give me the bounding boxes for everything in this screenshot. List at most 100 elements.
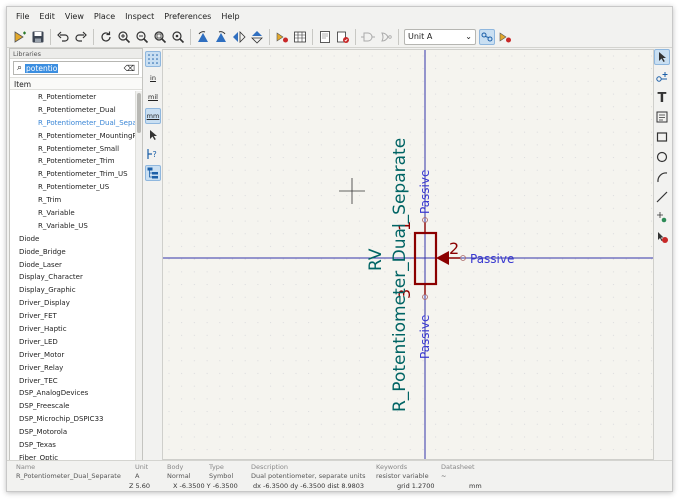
unit-select[interactable]: Unit A ⌄ <box>404 28 476 45</box>
library-tree-item[interactable]: R_Potentiometer_Trim <box>10 155 136 168</box>
menu-view[interactable]: View <box>60 7 89 26</box>
library-tree-item[interactable]: R_Potentiometer_Trim_US <box>10 168 136 181</box>
show-pins-icon[interactable] <box>497 29 513 45</box>
library-tree-item[interactable]: R_Potentiometer_US <box>10 181 136 194</box>
info-type: Type Symbol <box>209 463 233 481</box>
new-symbol-icon[interactable] <box>12 29 28 45</box>
info-datasheet-header: Datasheet <box>441 463 475 471</box>
refresh-icon[interactable] <box>98 29 114 45</box>
library-tree-item[interactable]: R_Potentiometer <box>10 91 136 104</box>
library-tree-item[interactable]: Driver_FET <box>10 310 136 323</box>
sync-pins-icon[interactable] <box>479 28 495 45</box>
library-scrollbar[interactable] <box>135 91 142 461</box>
scrollbar-thumb[interactable] <box>137 93 141 133</box>
hierarchy-panel-icon[interactable] <box>145 165 161 181</box>
rotate-cw-icon[interactable] <box>213 29 229 45</box>
add-arc-icon[interactable] <box>654 169 670 185</box>
library-tree-item[interactable]: DSP_AnalogDevices <box>10 387 136 400</box>
menu-inspect[interactable]: Inspect <box>120 7 159 26</box>
pin-table-icon[interactable] <box>292 29 308 45</box>
library-tree-item[interactable]: Driver_LED <box>10 336 136 349</box>
info-unit-header: Unit <box>135 463 149 471</box>
library-tree-item[interactable]: DSP_Texas <box>10 439 136 452</box>
library-tree-item[interactable]: R_Potentiometer_Dual_Separate <box>10 117 136 130</box>
zoom-selection-icon[interactable] <box>170 29 186 45</box>
library-search-input[interactable]: ⌕ potentio ⌫ <box>13 61 139 75</box>
info-body: Body Normal <box>167 463 191 481</box>
save-icon[interactable] <box>30 29 46 45</box>
symbol-editor-canvas[interactable]: 1 2 3 Passive Passive Passive RV R_Poten… <box>162 49 654 460</box>
units-mm-button[interactable]: mm <box>145 108 161 124</box>
clear-search-icon[interactable]: ⌫ <box>124 64 135 73</box>
menu-edit[interactable]: Edit <box>34 7 60 26</box>
library-tree-item[interactable]: DSP_Freescale <box>10 400 136 413</box>
redo-icon[interactable] <box>73 29 89 45</box>
pin-1-type: Passive <box>418 170 432 214</box>
info-bar: Name R_Potentiometer_Dual_Separate Unit A … <box>7 460 672 480</box>
cursor-style-icon[interactable] <box>145 127 161 143</box>
delete-tool-icon[interactable] <box>654 229 670 245</box>
library-tree-item[interactable]: Diode <box>10 233 136 246</box>
pin-2-number: 2 <box>449 239 459 258</box>
grid-toggle-icon[interactable] <box>145 51 161 67</box>
toolbar-separator <box>269 28 270 45</box>
zoom-fit-icon[interactable] <box>152 29 168 45</box>
symbol-drawing: 1 2 3 Passive Passive Passive RV R_Poten… <box>163 50 653 459</box>
mirror-v-icon[interactable] <box>231 29 247 45</box>
reference-field[interactable]: RV <box>366 248 386 271</box>
library-tree-item[interactable]: Display_Graphic <box>10 284 136 297</box>
units-mils-button[interactable]: mil <box>145 89 161 105</box>
check-icon[interactable] <box>335 29 351 45</box>
deMorgan-normal-icon <box>360 29 376 45</box>
pin-electrical-type-icon[interactable]: ? <box>145 146 161 162</box>
units-inches-button[interactable]: in <box>145 70 161 86</box>
menu-preferences[interactable]: Preferences <box>159 7 216 26</box>
zoom-in-icon[interactable] <box>116 29 132 45</box>
library-tree-item[interactable]: Driver_Motor <box>10 349 136 362</box>
library-tree-item[interactable]: R_Potentiometer_Small <box>10 143 136 156</box>
library-tree-item[interactable]: R_Trim <box>10 194 136 207</box>
add-textbox-icon[interactable] <box>654 109 670 125</box>
rotate-ccw-icon[interactable] <box>195 29 211 45</box>
library-tree-item[interactable]: Driver_Relay <box>10 362 136 375</box>
toolbar-separator <box>190 28 191 45</box>
info-datasheet: Datasheet ~ <box>441 463 475 481</box>
value-field[interactable]: R_Potentiometer_Dual_Separate <box>390 138 410 412</box>
zoom-out-icon[interactable] <box>134 29 150 45</box>
library-tree-item[interactable]: R_Variable_US <box>10 220 136 233</box>
library-tree-item[interactable]: R_Potentiometer_MountingPin <box>10 130 136 143</box>
library-tree-item[interactable]: Diode_Laser <box>10 259 136 272</box>
library-tree-item[interactable]: Driver_TEC <box>10 375 136 388</box>
add-rectangle-icon[interactable] <box>654 129 670 145</box>
add-line-icon[interactable] <box>654 189 670 205</box>
menu-file[interactable]: File <box>11 7 34 26</box>
pin-3-type: Passive <box>418 315 432 359</box>
menu-place[interactable]: Place <box>89 7 120 26</box>
menu-help[interactable]: Help <box>216 7 244 26</box>
library-column-header[interactable]: Item <box>10 77 142 90</box>
info-description: Description Dual potentiometer, separate … <box>251 463 366 481</box>
status-delta: dx -6.3500 dy -6.3500 dist 8.9803 <box>253 482 365 490</box>
toolbar-separator <box>93 28 94 45</box>
library-tree-item[interactable]: Driver_Display <box>10 297 136 310</box>
right-toolbar: T <box>654 49 670 243</box>
symbol-properties-icon[interactable] <box>274 29 290 45</box>
library-tree-item[interactable]: DSP_Microchip_DSPIC33 <box>10 413 136 426</box>
library-tree-item[interactable]: R_Variable <box>10 207 136 220</box>
library-tree-item[interactable]: R_Potentiometer_Dual <box>10 104 136 117</box>
add-circle-icon[interactable] <box>654 149 670 165</box>
anchor-icon[interactable] <box>654 209 670 225</box>
info-description-header: Description <box>251 463 289 471</box>
add-text-icon[interactable]: T <box>654 89 670 105</box>
select-tool-icon[interactable] <box>654 49 670 65</box>
library-tree-item[interactable]: Display_Character <box>10 271 136 284</box>
svg-text:?: ? <box>153 150 157 159</box>
datasheet-icon[interactable] <box>317 29 333 45</box>
library-tree-item[interactable]: Driver_Haptic <box>10 323 136 336</box>
library-tree-item[interactable]: DSP_Motorola <box>10 426 136 439</box>
mirror-h-icon[interactable] <box>249 29 265 45</box>
toolbar-separator <box>50 28 51 45</box>
library-tree-item[interactable]: Diode_Bridge <box>10 246 136 259</box>
add-pin-icon[interactable] <box>654 69 670 85</box>
undo-icon[interactable] <box>55 29 71 45</box>
